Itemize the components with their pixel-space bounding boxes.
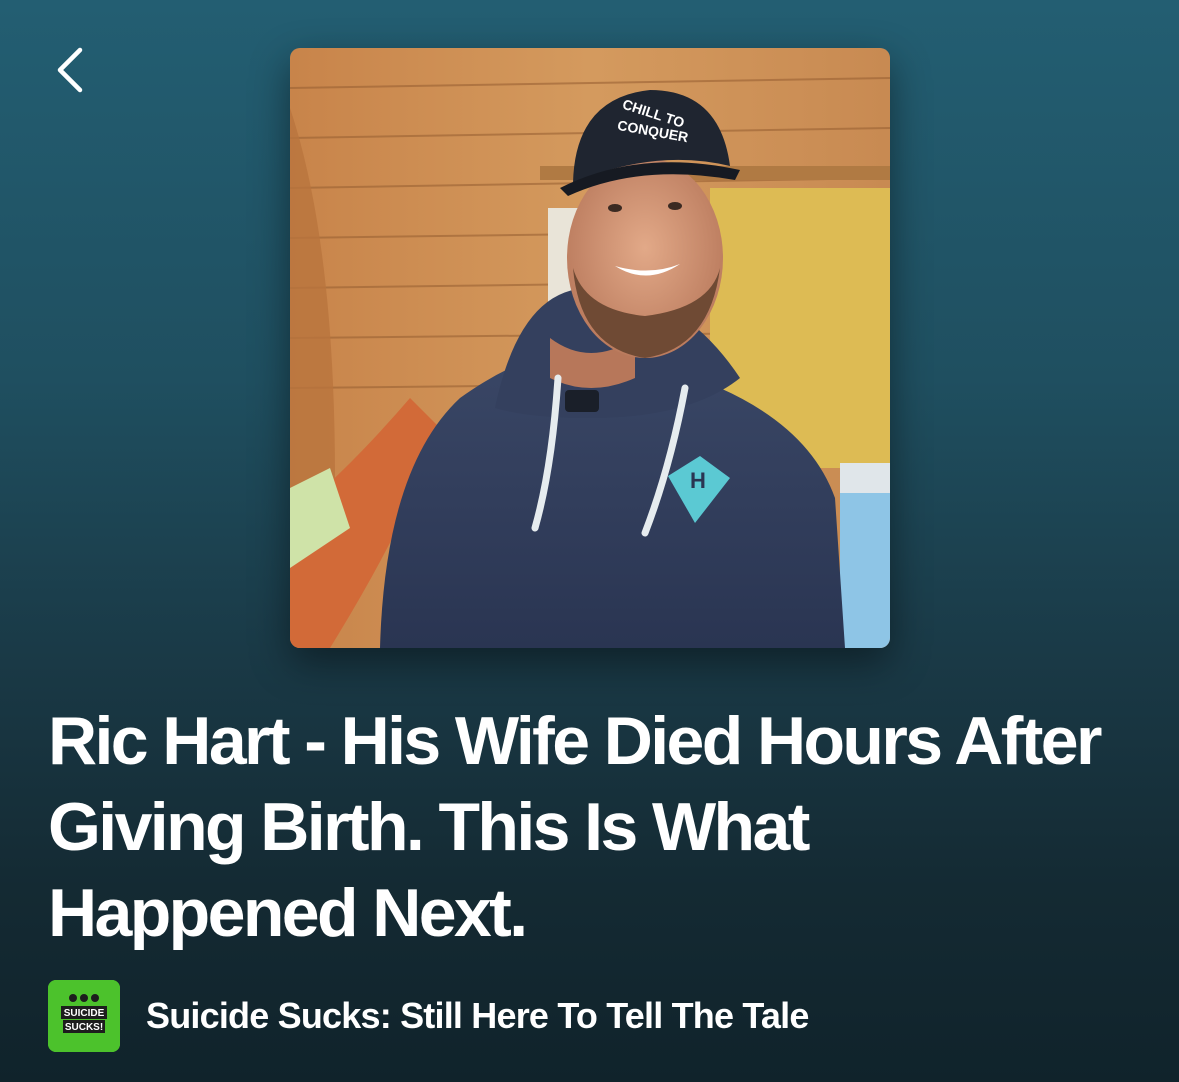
show-thumbnail: SUICIDE SUCKS! bbox=[48, 980, 120, 1052]
episode-title: Ric Hart - His Wife Died Hours After Giv… bbox=[48, 703, 1102, 951]
show-name[interactable]: Suicide Sucks: Still Here To Tell The Ta… bbox=[146, 995, 809, 1037]
back-button[interactable] bbox=[38, 38, 102, 102]
svg-text:H: H bbox=[690, 468, 706, 493]
show-link[interactable]: SUICIDE SUCKS! Suicide Sucks: Still Here… bbox=[48, 980, 809, 1052]
thumb-text-line2: SUCKS! bbox=[65, 1022, 103, 1033]
thumb-text-line1: SUICIDE bbox=[64, 1008, 105, 1019]
chevron-left-icon bbox=[57, 47, 83, 93]
episode-cover-image: CHILL TO CONQUER H bbox=[290, 48, 890, 648]
